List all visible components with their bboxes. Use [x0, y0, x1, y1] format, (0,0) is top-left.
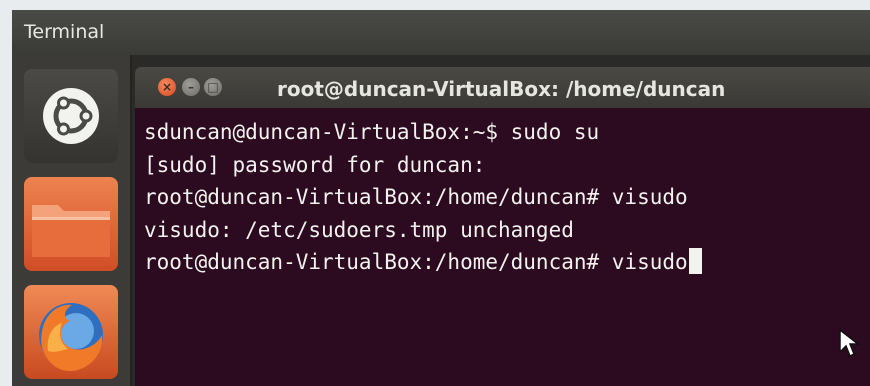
minimize-icon: – — [188, 80, 194, 94]
terminal-line: visudo: /etc/sudoers.tmp unchanged — [144, 217, 574, 242]
terminal-window: × – □ root@duncan-VirtualBox: /home/dunc… — [135, 67, 870, 386]
terminal-line: sduncan@duncan-VirtualBox:~$ sudo su — [144, 120, 600, 144]
terminal-output[interactable]: sduncan@duncan-VirtualBox:~$ sudo su [su… — [144, 116, 870, 386]
text-cursor — [688, 248, 702, 274]
top-panel: Terminal — [12, 10, 870, 55]
terminal-prompt-line[interactable]: root@duncan-VirtualBox:/home/duncan# vis… — [144, 246, 870, 279]
launcher-item-files[interactable] — [24, 177, 118, 271]
terminal-line: [sudo] password for duncan: — [144, 152, 486, 177]
close-button[interactable]: × — [158, 78, 176, 96]
desktop-frame: Terminal × – □ root@duncan-VirtualBox: /… — [12, 10, 870, 386]
terminal-line: root@duncan-VirtualBox:/home/duncan# vis… — [144, 185, 688, 209]
window-titlebar[interactable]: × – □ root@duncan-VirtualBox: /home/dunc… — [135, 67, 870, 108]
mouse-pointer-icon — [839, 328, 860, 358]
folder-icon — [32, 205, 110, 257]
terminal-current-command: root@duncan-VirtualBox:/home/duncan# vis… — [144, 250, 688, 274]
launcher-item-dash[interactable] — [24, 69, 118, 163]
minimize-button[interactable]: – — [182, 78, 200, 96]
maximize-icon: □ — [207, 80, 219, 94]
window-title: root@duncan-VirtualBox: /home/duncan — [277, 77, 726, 101]
firefox-icon — [39, 303, 103, 371]
launcher-item-firefox[interactable] — [24, 285, 118, 379]
panel-app-title: Terminal — [24, 21, 105, 43]
launcher — [12, 55, 132, 386]
maximize-button[interactable]: □ — [204, 78, 222, 96]
close-icon: × — [161, 80, 173, 94]
ubuntu-logo-icon — [43, 88, 99, 144]
